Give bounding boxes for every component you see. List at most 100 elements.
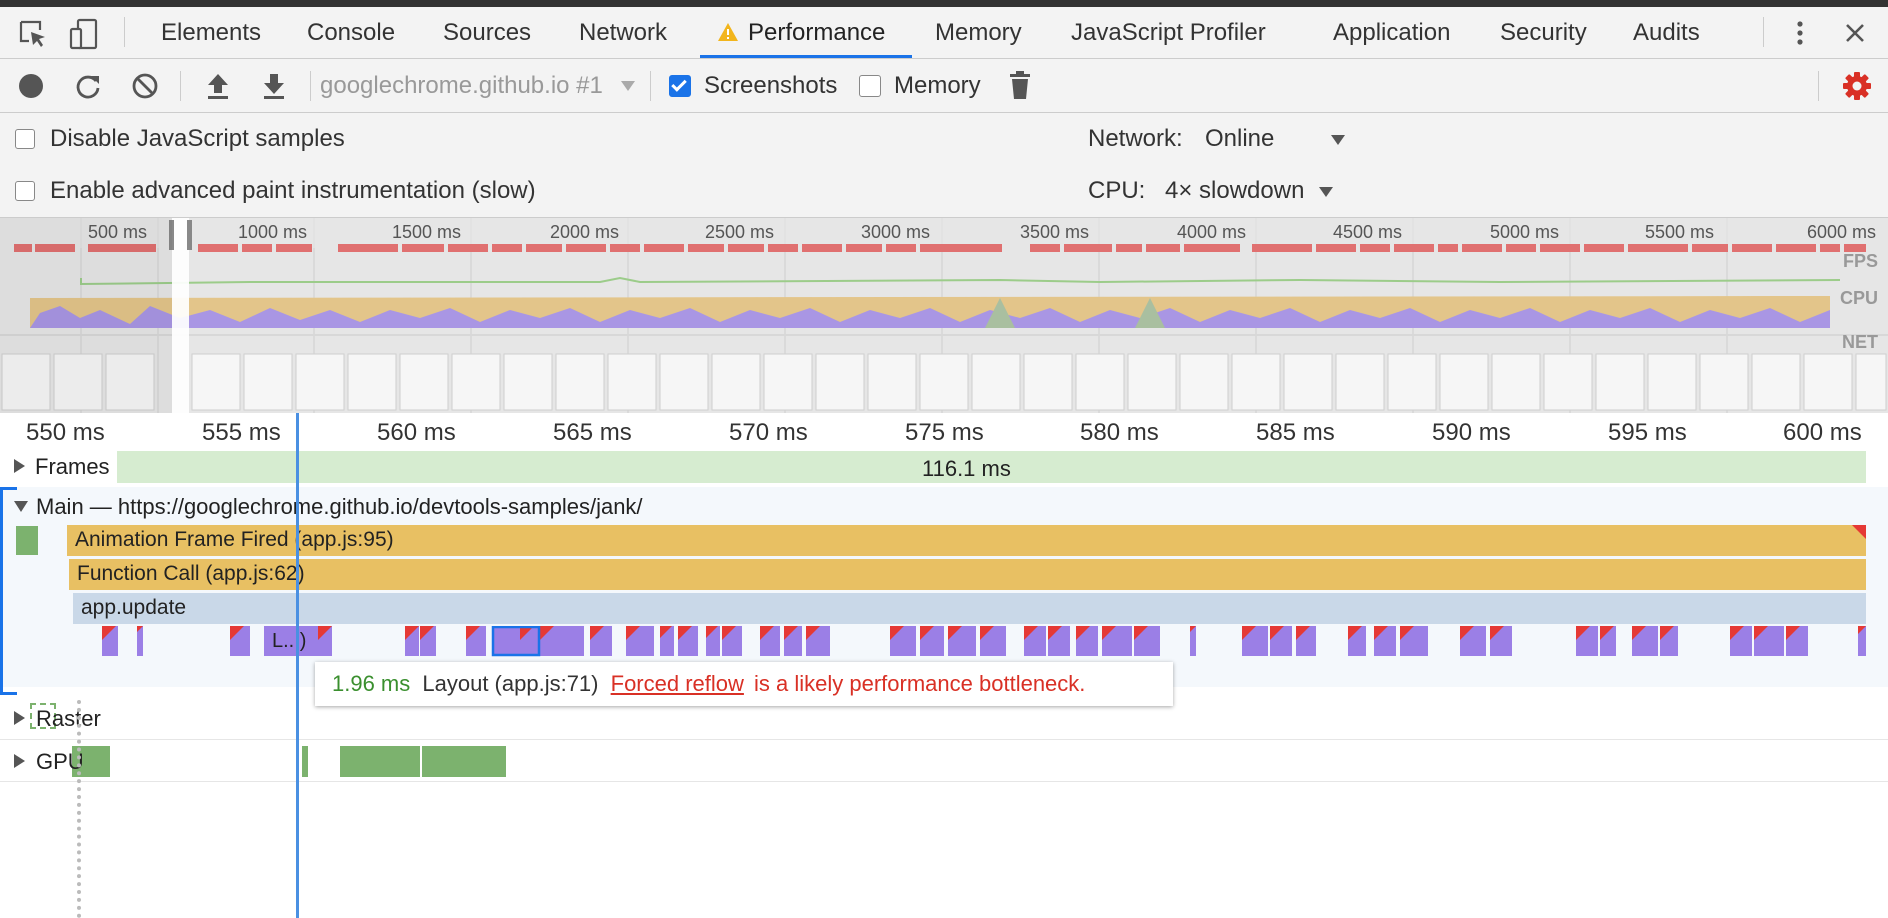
warning-triangle-corner	[1852, 525, 1866, 539]
app-update-bar[interactable]: app.update	[73, 593, 1866, 624]
expand-triangle-icon[interactable]	[14, 711, 25, 725]
reload-profile-icon[interactable]	[74, 72, 102, 100]
overview-tick-label: 5500 ms	[1645, 222, 1715, 242]
network-throttle-label: Network:	[1088, 125, 1183, 152]
toolbar-separator	[650, 71, 651, 101]
forced-reflow-link[interactable]: Forced reflow	[611, 671, 744, 696]
tab-separator	[124, 17, 125, 47]
ruler-tick: 570 ms	[729, 419, 808, 446]
expand-triangle-icon[interactable]	[14, 459, 25, 473]
chevron-down-icon[interactable]	[1330, 134, 1346, 146]
timeline-overview[interactable]: 500 ms 1000 ms 1500 ms 2000 ms 2500 ms 3000 m…	[0, 218, 1888, 413]
record-icon[interactable]	[18, 73, 44, 99]
trash-icon[interactable]	[1008, 70, 1032, 100]
tab-javascript-profiler[interactable]: JavaScript Profiler	[1071, 7, 1266, 58]
tab-network[interactable]: Network	[579, 7, 667, 58]
cpu-track-label: CPU	[1839, 288, 1878, 308]
overview-tick-label: 2000 ms	[550, 222, 620, 242]
ruler-tick: 550 ms	[26, 419, 105, 446]
chevron-down-icon[interactable]	[620, 80, 636, 92]
ruler-tick: 580 ms	[1080, 419, 1159, 446]
disable-js-samples-label: Disable JavaScript samples	[50, 125, 345, 152]
warning-icon	[718, 23, 738, 41]
toolbar-separator	[1818, 71, 1819, 101]
tab-sources[interactable]: Sources	[443, 7, 531, 58]
overview-tick-label: 500 ms	[88, 222, 148, 242]
cpu-throttle-label: CPU:	[1088, 177, 1146, 204]
net-track-label: NET	[1842, 332, 1878, 352]
tooltip-warning-message: is a likely performance bottleneck.	[754, 671, 1086, 696]
overview-tick-label: 4000 ms	[1177, 222, 1247, 242]
ruler-tick: 575 ms	[905, 419, 984, 446]
recording-select[interactable]: googlechrome.github.io #1	[320, 72, 603, 100]
tab-memory[interactable]: Memory	[935, 7, 1022, 58]
event-block[interactable]	[16, 526, 38, 555]
tab-application[interactable]: Application	[1333, 7, 1450, 58]
expand-triangle-icon[interactable]	[14, 754, 25, 768]
cpu-throttle-select[interactable]: 4× slowdown	[1165, 177, 1304, 205]
capture-settings-pane: Disable JavaScript samples Enable advanc…	[0, 113, 1888, 218]
frame-duration[interactable]: 116.1 ms	[922, 456, 1011, 482]
row-divider	[0, 781, 1888, 782]
overview-tick-label: 6000 ms	[1807, 222, 1877, 242]
advanced-paint-checkbox[interactable]	[15, 181, 35, 201]
disable-js-samples-checkbox[interactable]	[15, 129, 35, 149]
overview-tick-label: 4500 ms	[1333, 222, 1403, 242]
raster-track-label[interactable]: Raster	[36, 706, 101, 732]
main-track-label[interactable]: Main — https://googlechrome.github.io/de…	[36, 494, 643, 520]
timeline-ruler: 550 ms 555 ms 560 ms 565 ms 570 ms 575 m…	[0, 413, 1888, 449]
memory-checkbox[interactable]	[859, 75, 881, 97]
ruler-tick: 590 ms	[1432, 419, 1511, 446]
overview-tick-label: 5000 ms	[1490, 222, 1560, 242]
collapse-triangle-icon[interactable]	[14, 501, 28, 512]
tab-performance-label: Performance	[748, 19, 886, 46]
tab-console[interactable]: Console	[307, 7, 395, 58]
memory-label: Memory	[894, 72, 981, 99]
overview-tick-label: 3500 ms	[1020, 222, 1090, 242]
dashed-marker-line	[77, 700, 81, 918]
tab-audits[interactable]: Audits	[1633, 7, 1700, 58]
performance-toolbar: googlechrome.github.io #1 Screenshots Me…	[0, 59, 1888, 113]
capture-settings-gear-icon[interactable]	[1842, 71, 1872, 101]
load-profile-icon[interactable]	[205, 71, 231, 101]
ruler-tick: 555 ms	[202, 419, 281, 446]
tab-separator	[1763, 17, 1764, 47]
screenshots-label: Screenshots	[704, 72, 838, 99]
gpu-event[interactable]	[422, 746, 506, 777]
devtools-tab-bar: Elements Console Sources Network Perform…	[0, 7, 1888, 59]
inspect-element-icon[interactable]	[18, 19, 48, 49]
tab-performance[interactable]: Performance	[700, 7, 912, 58]
chevron-down-icon[interactable]	[1318, 186, 1334, 198]
tab-elements[interactable]: Elements	[161, 7, 261, 58]
overview-tick-label: 3000 ms	[861, 222, 931, 242]
ruler-tick: 595 ms	[1608, 419, 1687, 446]
overview-tick-label: 1500 ms	[392, 222, 462, 242]
animation-frame-fired-bar[interactable]: Animation Frame Fired (app.js:95)	[67, 525, 1866, 556]
gpu-event[interactable]	[302, 746, 308, 777]
fps-track-label: FPS	[1842, 251, 1878, 271]
toolbar-separator	[310, 71, 311, 101]
ruler-tick: 585 ms	[1256, 419, 1335, 446]
screenshots-checkbox[interactable]	[669, 75, 691, 97]
overview-graph	[0, 218, 1888, 413]
cursor-time-marker[interactable]	[296, 413, 299, 918]
ruler-tick: 600 ms	[1783, 419, 1862, 446]
more-options-icon[interactable]	[1790, 20, 1810, 46]
layout-event-label[interactable]: L...)	[272, 630, 306, 653]
clear-icon[interactable]	[131, 72, 159, 100]
gpu-event[interactable]	[340, 746, 420, 777]
ruler-tick: 560 ms	[377, 419, 456, 446]
ruler-tick: 565 ms	[553, 419, 632, 446]
network-throttle-select[interactable]: Online	[1205, 125, 1274, 153]
row-divider	[0, 739, 1888, 740]
frames-track-label[interactable]: Frames	[35, 454, 110, 480]
tooltip-event-name: Layout (app.js:71)	[422, 671, 599, 696]
tab-security[interactable]: Security	[1500, 7, 1587, 58]
overview-tick-label: 2500 ms	[705, 222, 775, 242]
save-profile-icon[interactable]	[261, 71, 287, 101]
window-top-edge	[0, 0, 1888, 7]
device-toolbar-icon[interactable]	[68, 17, 102, 51]
toolbar-separator	[180, 71, 181, 101]
close-icon[interactable]	[1844, 22, 1866, 44]
function-call-bar[interactable]: Function Call (app.js:62)	[69, 559, 1866, 590]
